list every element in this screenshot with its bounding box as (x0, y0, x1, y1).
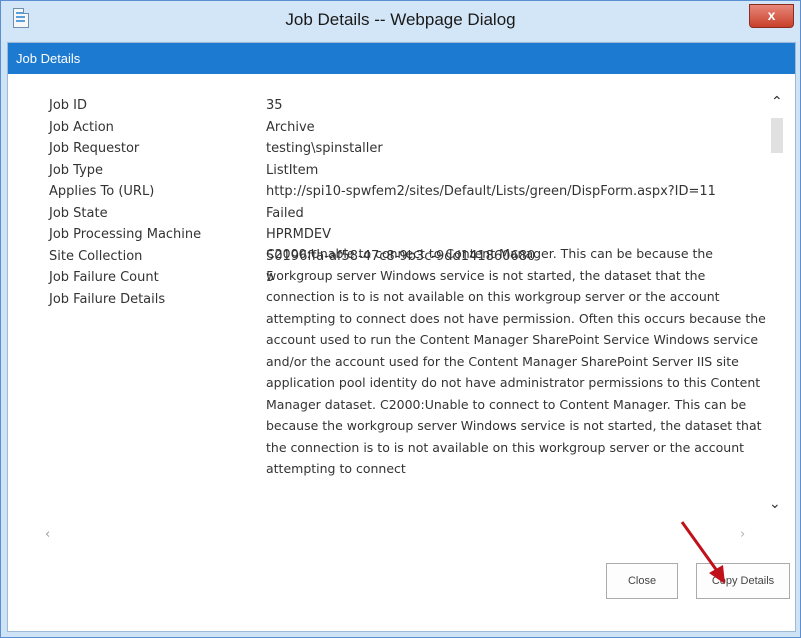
dialog-window: Job Details -- Webpage Dialog x Job Deta… (0, 0, 801, 638)
annotation-arrow (680, 521, 725, 584)
